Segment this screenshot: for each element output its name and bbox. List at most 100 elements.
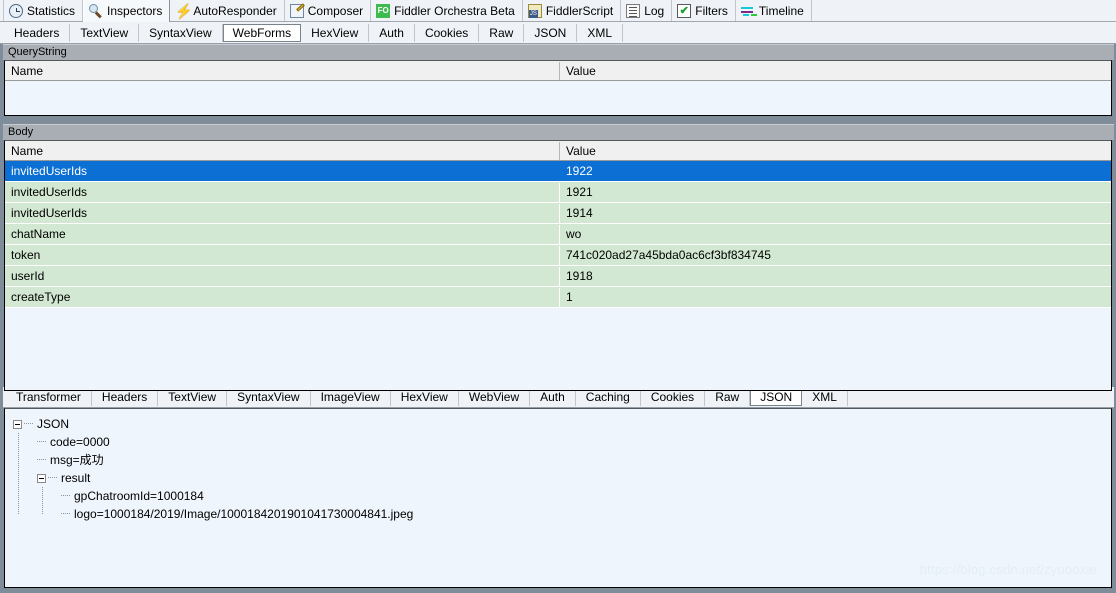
log-icon	[626, 3, 641, 18]
request-inspector-tabbar: Headers TextView SyntaxView WebForms Hex…	[0, 22, 1116, 44]
cell-value: 1922	[566, 163, 593, 178]
table-row[interactable]: invitedUserIds 1921	[5, 182, 1111, 203]
cell-value: 1918	[566, 268, 593, 283]
request-tab-webforms[interactable]: WebForms	[222, 23, 302, 42]
tree-node-label: JSON	[37, 417, 70, 431]
script-icon	[527, 3, 542, 18]
body-grid[interactable]: Name Value invitedUserIds 1922 invitedUs…	[4, 140, 1112, 391]
tab-label: WebView	[468, 390, 520, 404]
tab-label: TextView	[80, 25, 129, 40]
tab-label: JSON	[534, 25, 567, 40]
cell-value: 1914	[566, 205, 593, 220]
request-tab-hexview[interactable]: HexView	[301, 23, 370, 42]
response-pane: Transformer Headers TextView SyntaxView …	[0, 387, 1116, 593]
main-tab-label: Log	[644, 3, 665, 18]
request-tab-textview[interactable]: TextView	[70, 23, 140, 42]
cell-name: invitedUserIds	[5, 161, 560, 181]
main-tab-inspectors[interactable]: Inspectors	[83, 0, 171, 22]
cell-value: 741c020ad27a45bda0ac6cf3bf834745	[566, 247, 771, 262]
tab-label: Raw	[715, 390, 740, 404]
request-tab-raw[interactable]: Raw	[479, 23, 525, 42]
tree-connector	[48, 477, 57, 479]
tree-node-label: logo=1000184/2019/Image/1000184201901041…	[74, 507, 414, 521]
tab-label: SyntaxView	[237, 390, 300, 404]
request-tab-json[interactable]: JSON	[524, 23, 578, 42]
collapse-minus-icon[interactable]	[37, 473, 46, 483]
tab-label: Cookies	[424, 25, 469, 40]
column-header-value[interactable]: Value	[560, 142, 1111, 160]
tree-node-msg[interactable]: msg=成功	[37, 451, 1111, 469]
tab-label: JSON	[760, 390, 793, 404]
tree-node-label: gpChatroomId=1000184	[74, 489, 204, 503]
main-tab-fiddler-orchestra[interactable]: FO Fiddler Orchestra Beta	[371, 0, 523, 21]
tree-node-label: code=0000	[50, 435, 110, 449]
tab-label: Transformer	[16, 390, 81, 404]
tab-label: TextView	[168, 390, 217, 404]
tree-node-code[interactable]: code=0000	[37, 433, 1111, 451]
main-tab-autoresponder[interactable]: ⚡ AutoResponder	[170, 0, 285, 21]
tab-label: SyntaxView	[149, 25, 212, 40]
querystring-empty-area	[5, 81, 1111, 115]
cell-value: 1	[566, 289, 573, 304]
table-row[interactable]: chatName wo	[5, 224, 1111, 245]
main-tab-label: Composer	[307, 3, 364, 18]
cell-name: invitedUserIds	[5, 203, 560, 223]
tab-label: WebForms	[232, 25, 292, 40]
main-tab-statistics[interactable]: Statistics	[3, 0, 84, 21]
tab-label: XML	[587, 25, 613, 40]
main-tab-label: AutoResponder	[193, 3, 277, 18]
body-grid-header: Name Value	[5, 141, 1111, 161]
tab-label: Auth	[379, 25, 404, 40]
main-tab-label: Filters	[695, 3, 728, 18]
main-tab-label: Fiddler Orchestra Beta	[394, 3, 515, 18]
main-tab-label: Timeline	[758, 3, 804, 18]
request-tab-syntaxview[interactable]: SyntaxView	[139, 23, 223, 42]
webforms-pane: QueryString Name Value Body Name Value i…	[0, 44, 1116, 391]
tab-label: Raw	[489, 25, 514, 40]
fo-badge-icon: FO	[376, 3, 391, 18]
main-tab-fiddlerscript[interactable]: FiddlerScript	[523, 0, 622, 21]
table-row[interactable]: createType 1	[5, 287, 1111, 308]
main-tab-timeline[interactable]: Timeline	[736, 0, 812, 21]
querystring-grid[interactable]: Name Value	[4, 60, 1112, 116]
column-header-value[interactable]: Value	[560, 62, 1111, 80]
tree-connector	[61, 513, 70, 515]
table-row[interactable]: token 741c020ad27a45bda0ac6cf3bf834745	[5, 245, 1111, 266]
collapse-minus-icon[interactable]	[13, 419, 22, 429]
tree-node-json-root[interactable]: JSON	[13, 415, 1111, 433]
cell-name: userId	[5, 266, 560, 286]
table-row[interactable]: invitedUserIds 1914	[5, 203, 1111, 224]
table-row[interactable]: userId 1918	[5, 266, 1111, 287]
column-header-name[interactable]: Name	[5, 61, 560, 80]
tree-children-result: gpChatroomId=1000184 logo=1000184/2019/I…	[37, 487, 1111, 523]
querystring-group-label: QueryString	[2, 44, 1114, 60]
tree-node-logo[interactable]: logo=1000184/2019/Image/1000184201901041…	[61, 505, 1111, 523]
request-tab-headers[interactable]: Headers	[4, 23, 71, 42]
body-empty-area	[5, 308, 1111, 390]
json-tree-view[interactable]: JSON code=0000 msg=成功 result gpChatroomI…	[4, 408, 1112, 588]
pane-gap	[2, 116, 1114, 124]
tab-label: ImageView	[320, 390, 380, 404]
tree-node-label: msg=成功	[50, 453, 104, 467]
cell-name: chatName	[5, 224, 560, 244]
tree-node-gpchatroomid[interactable]: gpChatroomId=1000184	[61, 487, 1111, 505]
request-tab-xml[interactable]: XML	[577, 23, 624, 42]
table-row[interactable]: invitedUserIds 1922	[5, 161, 1111, 182]
tree-node-label: result	[61, 471, 91, 485]
request-tab-auth[interactable]: Auth	[369, 23, 415, 42]
bolt-icon: ⚡	[175, 2, 193, 19]
magnifier-icon	[89, 4, 103, 18]
main-tab-label: Inspectors	[107, 4, 163, 18]
column-header-name[interactable]: Name	[5, 141, 560, 160]
main-tab-composer[interactable]: Composer	[285, 0, 372, 21]
main-tab-filters[interactable]: ✔ Filters	[672, 0, 736, 21]
tree-node-result[interactable]: result	[37, 469, 1111, 487]
main-toolbar: Statistics Inspectors ⚡ AutoResponder Co…	[0, 0, 1116, 22]
tab-label: XML	[812, 390, 837, 404]
tab-label: HexView	[311, 25, 359, 40]
querystring-grid-header: Name Value	[5, 61, 1111, 81]
main-tab-log[interactable]: Log	[621, 0, 673, 21]
tree-connector	[37, 441, 46, 443]
composer-icon	[289, 3, 304, 18]
request-tab-cookies[interactable]: Cookies	[415, 23, 480, 42]
